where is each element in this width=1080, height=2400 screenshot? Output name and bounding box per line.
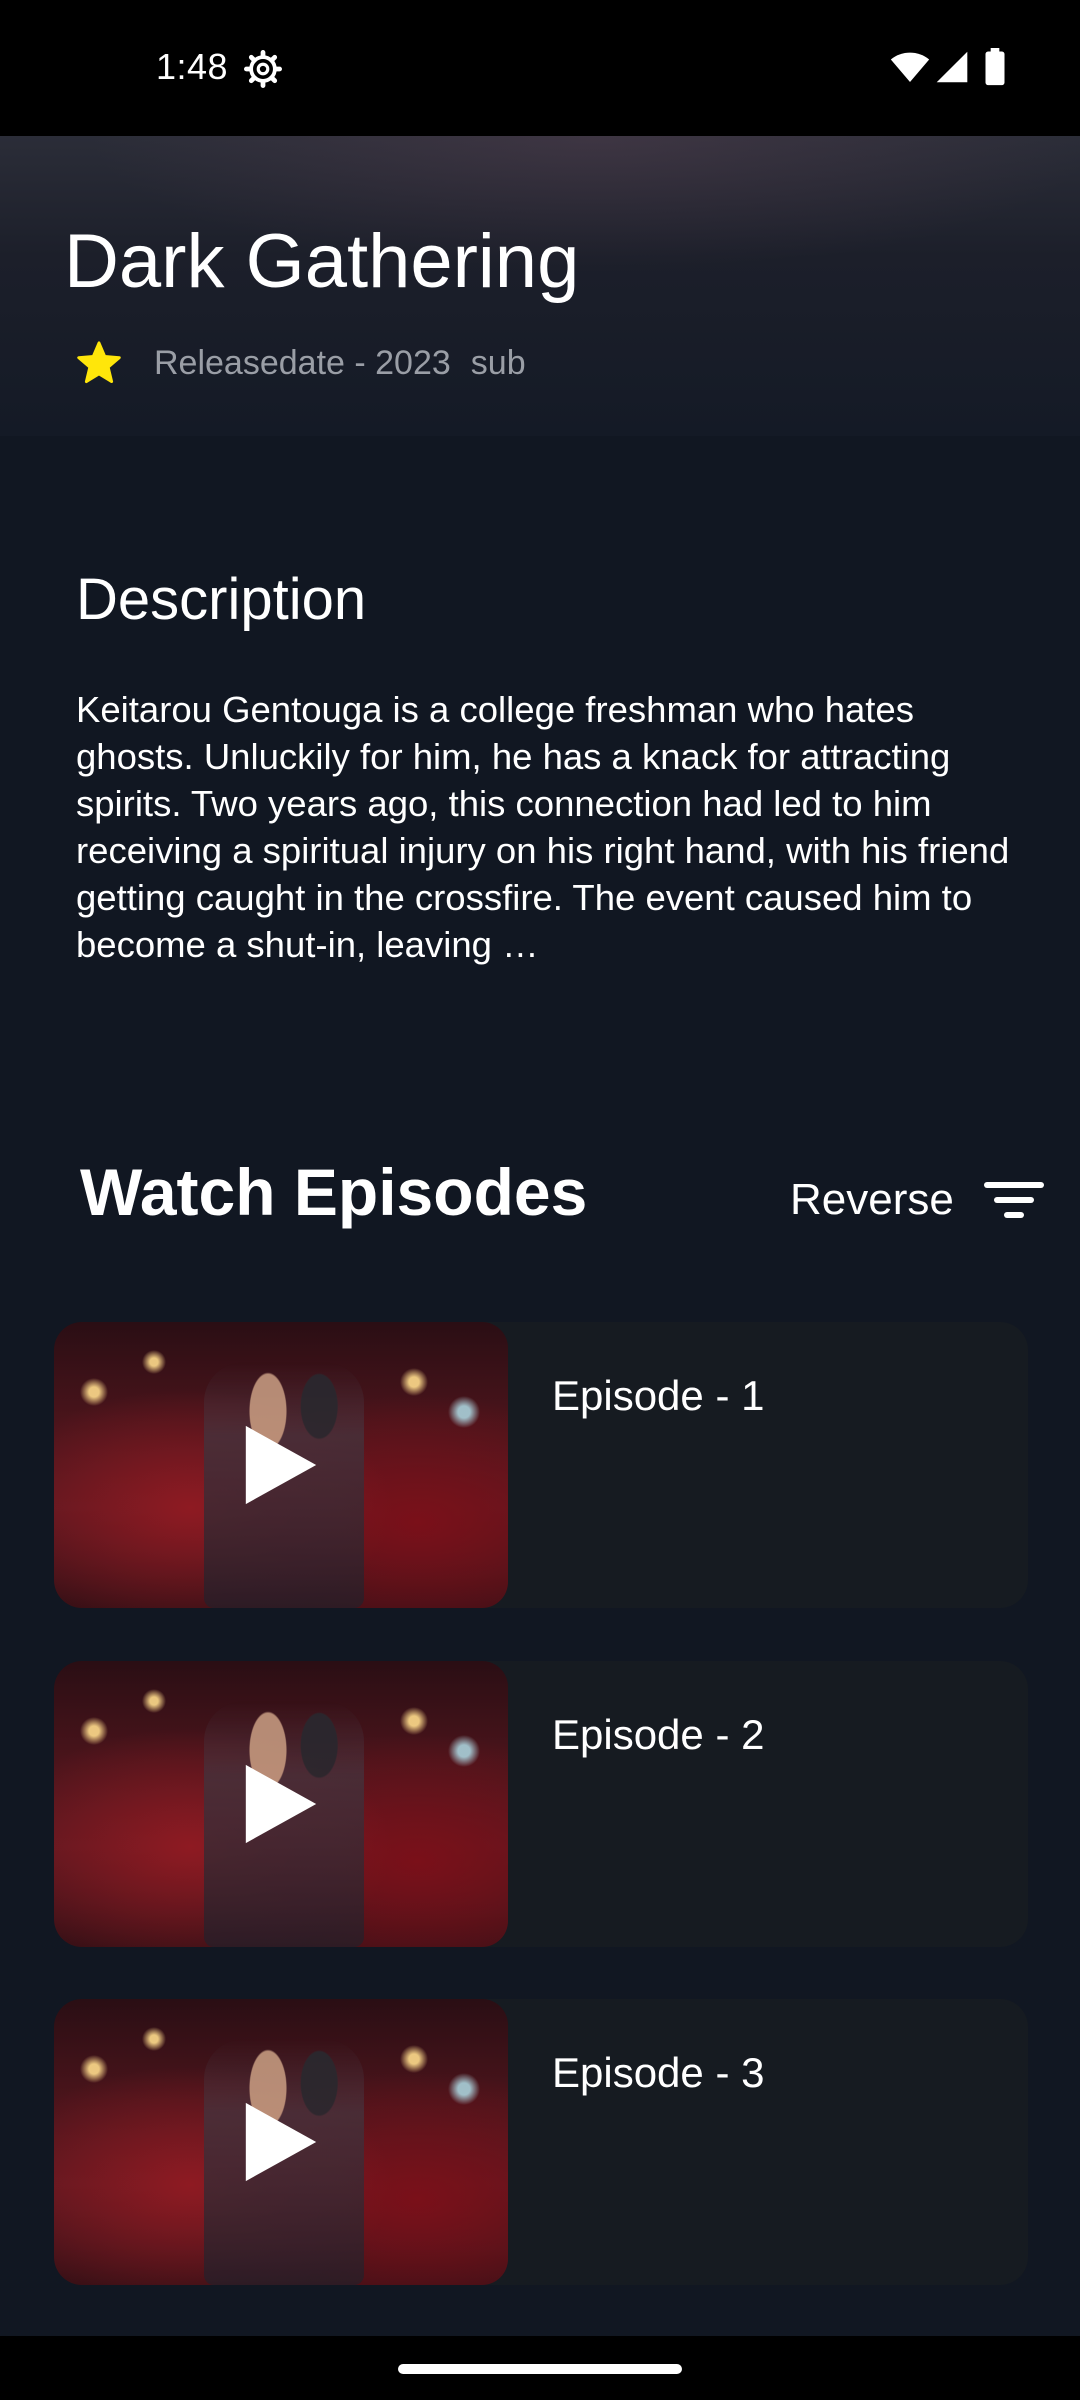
status-bar: 1:48 <box>0 0 1080 136</box>
wifi-icon <box>890 52 930 82</box>
screen: 1:48 Dark Gathering Releasedate - 2023 s… <box>0 0 1080 2400</box>
episode-card[interactable]: Episode - 1 <box>54 1322 1028 1608</box>
play-icon[interactable] <box>240 1761 322 1847</box>
signal-icon <box>936 51 968 83</box>
episode-thumbnail <box>54 1661 508 1947</box>
reverse-label: Reverse <box>790 1175 954 1224</box>
release-date: Releasedate - 2023 <box>154 343 451 382</box>
play-icon[interactable] <box>240 1422 322 1508</box>
home-gesture-handle[interactable] <box>398 2364 682 2374</box>
filter-icon <box>983 1182 1044 1218</box>
battery-icon <box>985 48 1005 86</box>
show-meta: Releasedate - 2023 sub <box>76 338 526 388</box>
episode-label: Episode - 1 <box>552 1372 765 1419</box>
show-title: Dark Gathering <box>64 219 580 304</box>
description-text[interactable]: Keitarou Gentouga is a college freshman … <box>76 686 1016 968</box>
audio-type: sub <box>470 343 526 382</box>
settings-gear-icon <box>244 50 282 88</box>
star-icon <box>77 341 121 384</box>
episode-card[interactable]: Episode - 3 <box>54 1999 1028 2285</box>
episode-thumbnail <box>54 1999 508 2285</box>
status-time: 1:48 <box>156 46 229 87</box>
episodes-heading: Watch Episodes <box>80 1155 588 1229</box>
episode-label: Episode - 2 <box>552 1711 765 1758</box>
description-heading: Description <box>76 567 367 632</box>
reverse-sort-button[interactable]: Reverse <box>790 1170 1044 1230</box>
episode-label: Episode - 3 <box>552 2049 765 2096</box>
episode-thumbnail <box>54 1322 508 1608</box>
episode-card[interactable]: Episode - 2 <box>54 1661 1028 1947</box>
play-icon[interactable] <box>240 2099 322 2185</box>
